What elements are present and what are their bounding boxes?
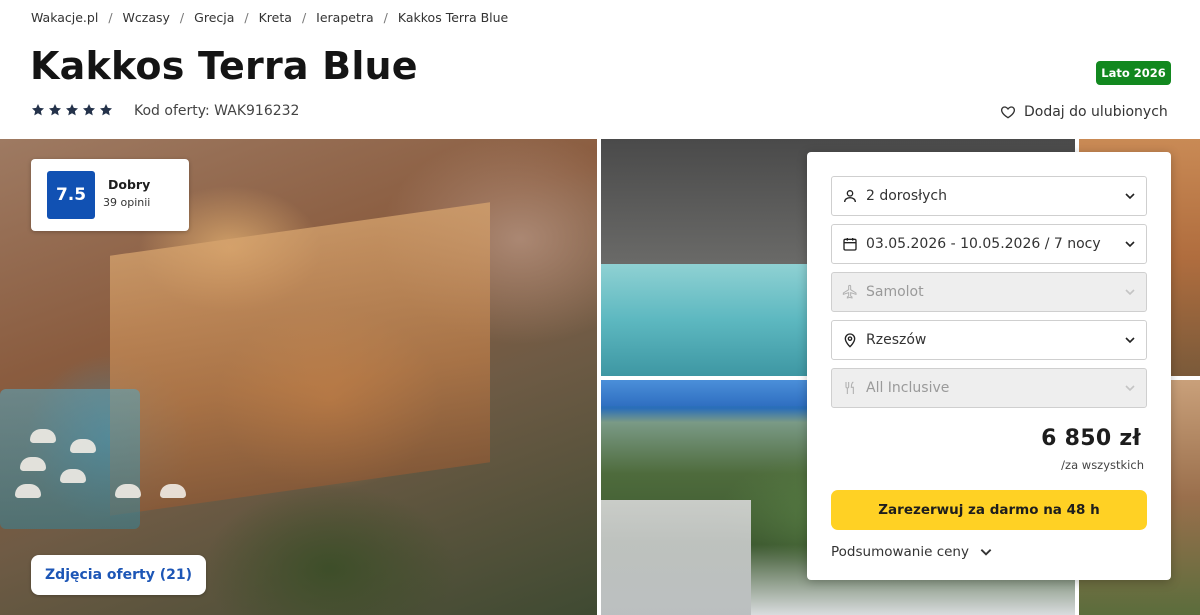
breadcrumb-link-region[interactable]: Kreta bbox=[259, 10, 292, 25]
price-note: /za wszystkich bbox=[1061, 458, 1144, 472]
person-icon bbox=[844, 190, 856, 203]
travelers-value: 2 dorosłych bbox=[866, 188, 947, 204]
photo-umbrella-shape bbox=[20, 457, 46, 471]
photo-building-shape bbox=[110, 202, 490, 516]
travelers-select[interactable]: 2 dorosłych bbox=[831, 176, 1147, 216]
transport-value: Samolot bbox=[866, 284, 924, 300]
photo-umbrella-shape bbox=[160, 484, 186, 498]
photo-umbrella-shape bbox=[30, 429, 56, 443]
photo-umbrella-shape bbox=[60, 469, 86, 483]
book-free-button[interactable]: Zarezerwuj za darmo na 48 h bbox=[831, 490, 1147, 530]
review-count: 39 opinii bbox=[103, 196, 151, 209]
star-icon bbox=[99, 104, 113, 116]
board-select: All Inclusive bbox=[831, 368, 1147, 408]
board-value: All Inclusive bbox=[866, 380, 950, 396]
dates-select[interactable]: 03.05.2026 - 10.05.2026 / 7 nocy bbox=[831, 224, 1147, 264]
calendar-icon bbox=[843, 238, 857, 251]
price-summary-label: Podsumowanie ceny bbox=[831, 544, 969, 560]
total-price: 6 850 zł bbox=[1041, 426, 1141, 451]
departure-select[interactable]: Rzeszów bbox=[831, 320, 1147, 360]
photo-pool-shape bbox=[0, 389, 140, 529]
price-summary-toggle[interactable]: Podsumowanie ceny bbox=[831, 544, 993, 560]
location-pin-icon bbox=[844, 333, 856, 348]
breadcrumb-link-wczasy[interactable]: Wczasy bbox=[123, 10, 170, 25]
breadcrumb-separator: / bbox=[383, 9, 388, 25]
breadcrumb-link-home[interactable]: Wakacje.pl bbox=[31, 10, 98, 25]
breadcrumb-separator: / bbox=[108, 9, 113, 25]
star-icon bbox=[31, 104, 45, 116]
breadcrumb-separator: / bbox=[244, 9, 249, 25]
star-icon bbox=[65, 104, 79, 116]
breadcrumb-link-country[interactable]: Grecja bbox=[194, 10, 234, 25]
breadcrumb-link-city[interactable]: Ierapetra bbox=[316, 10, 374, 25]
chevron-down-icon bbox=[1125, 193, 1135, 200]
plane-icon bbox=[842, 284, 857, 299]
photo-building-shape bbox=[601, 500, 751, 615]
rating-card[interactable]: 7.5 Dobry 39 opinii bbox=[31, 159, 189, 231]
transport-select: Samolot bbox=[831, 272, 1147, 312]
chevron-down-icon bbox=[1125, 385, 1135, 392]
star-rating bbox=[31, 103, 113, 117]
fork-knife-icon bbox=[845, 381, 854, 394]
star-icon bbox=[48, 104, 62, 116]
add-to-favorites-button[interactable]: Dodaj do ulubionych bbox=[1000, 104, 1168, 120]
offer-code: Kod oferty: WAK916232 bbox=[134, 103, 300, 119]
add-to-favorites-label: Dodaj do ulubionych bbox=[1024, 104, 1168, 120]
breadcrumb-separator: / bbox=[301, 9, 307, 25]
rating-label: Dobry bbox=[108, 177, 151, 192]
chevron-down-icon bbox=[1125, 289, 1135, 296]
hotel-title: Kakkos Terra Blue bbox=[30, 44, 418, 88]
departure-value: Rzeszów bbox=[866, 332, 927, 348]
booking-panel: 2 dorosłych 03.05.2026 - 10.05.2026 / 7 … bbox=[807, 152, 1171, 580]
breadcrumb-separator: / bbox=[179, 9, 185, 25]
breadcrumb-current[interactable]: Kakkos Terra Blue bbox=[398, 10, 508, 25]
chevron-down-icon bbox=[1125, 337, 1135, 344]
chevron-down-icon bbox=[980, 549, 992, 556]
rating-score: 7.5 bbox=[47, 171, 95, 219]
photo-umbrella-shape bbox=[70, 439, 96, 453]
dates-value: 03.05.2026 - 10.05.2026 / 7 nocy bbox=[866, 236, 1101, 252]
photo-umbrella-shape bbox=[115, 484, 141, 498]
chevron-down-icon bbox=[1125, 241, 1135, 248]
photo-umbrella-shape bbox=[15, 484, 41, 498]
heart-icon bbox=[1000, 106, 1016, 119]
season-badge: Lato 2026 bbox=[1096, 61, 1171, 85]
breadcrumb: Wakacje.pl / Wczasy / Grecja / Kreta / I… bbox=[31, 9, 508, 25]
offer-photos-button[interactable]: Zdjęcia oferty (21) bbox=[31, 555, 206, 595]
star-icon bbox=[82, 104, 96, 116]
